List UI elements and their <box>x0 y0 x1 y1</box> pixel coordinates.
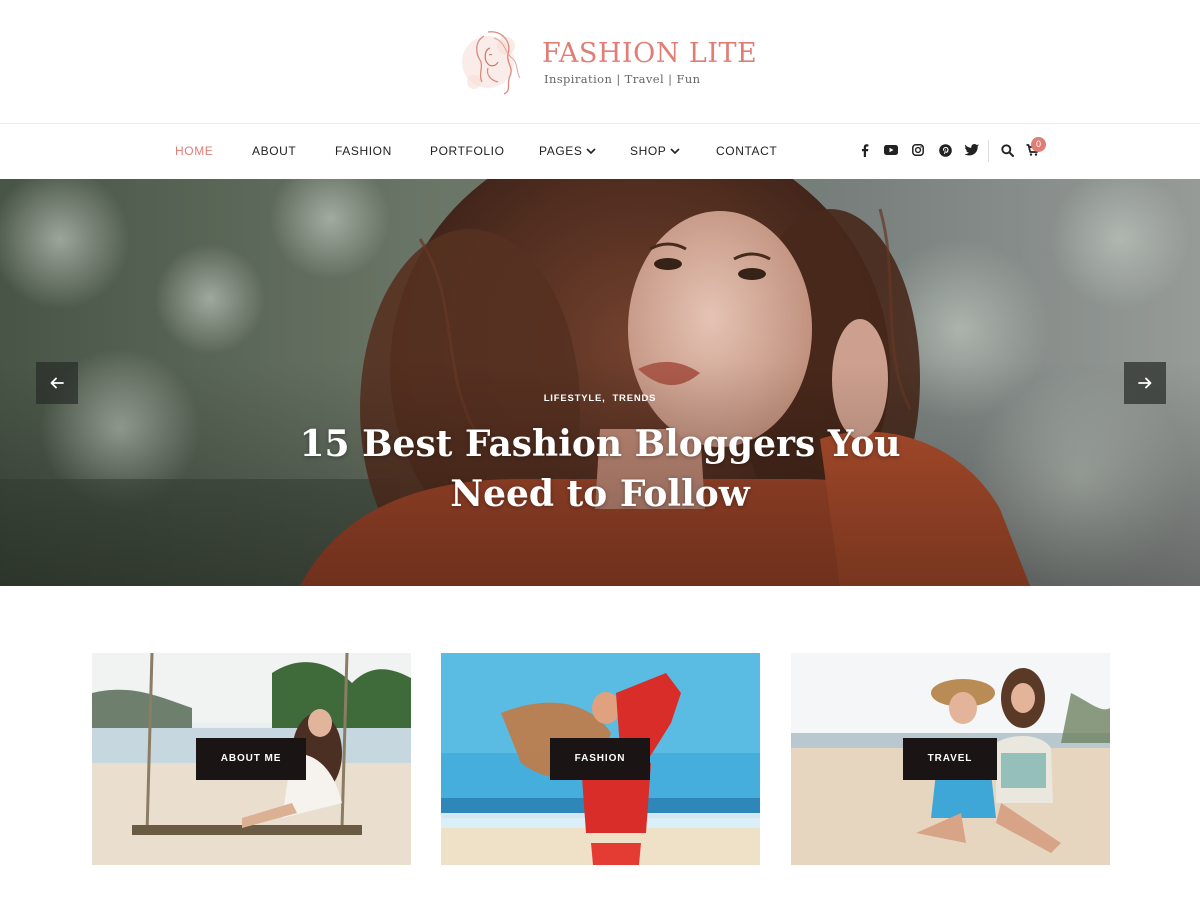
nav-item-label: SHOP <box>630 144 667 158</box>
slider-prev-button[interactable] <box>36 362 78 404</box>
category-separator: , <box>602 393 606 404</box>
logo-woman-icon <box>462 31 521 95</box>
nav-item-contact[interactable]: CONTACT <box>716 144 777 158</box>
site-logo[interactable]: FASHION LITE Inspiration | Travel | Fun <box>458 24 758 100</box>
nav-item-fashion[interactable]: FASHION <box>335 144 392 158</box>
facebook-icon[interactable] <box>857 142 873 158</box>
nav-item-shop[interactable]: SHOP <box>630 144 680 158</box>
nav-item-label: PAGES <box>539 144 583 158</box>
nav-item-label: HOME <box>175 144 214 158</box>
nav-item-label: FASHION <box>335 144 392 158</box>
hero-slider: LIFESTYLE, TRENDS 15 Best Fashion Blogge… <box>0 179 1200 586</box>
nav-item-label: CONTACT <box>716 144 778 158</box>
promo-card-about-me[interactable]: ABOUT ME <box>92 653 411 865</box>
promo-label: TRAVEL <box>903 738 997 780</box>
search-icon[interactable] <box>999 142 1015 158</box>
hero-categories: LIFESTYLE, TRENDS <box>0 393 1200 404</box>
cart-count-badge: 0 <box>1031 137 1046 152</box>
nav-item-label: PORTFOLIO <box>430 144 505 158</box>
hero-overlay <box>0 179 1200 586</box>
chevron-down-icon <box>586 148 597 155</box>
nav-item-label: ABOUT <box>252 144 297 158</box>
nav-item-about[interactable]: ABOUT <box>252 144 296 158</box>
nav-divider <box>988 140 989 162</box>
promo-label: ABOUT ME <box>196 738 306 780</box>
site-header: FASHION LITE Inspiration | Travel | Fun <box>0 0 1200 124</box>
nav-item-pages[interactable]: PAGES <box>539 144 597 158</box>
pinterest-icon[interactable] <box>937 142 953 158</box>
twitter-icon[interactable] <box>964 142 980 158</box>
main-navigation: HOME ABOUT FASHION PORTFOLIO PAGES SHOP … <box>0 125 1200 179</box>
site-tagline: Inspiration | Travel | Fun <box>544 72 701 86</box>
promo-card-travel[interactable]: TRAVEL <box>791 653 1110 865</box>
youtube-icon[interactable] <box>883 142 899 158</box>
arrow-right-icon <box>1138 377 1152 389</box>
category-link-lifestyle[interactable]: LIFESTYLE <box>544 393 602 404</box>
slider-next-button[interactable] <box>1124 362 1166 404</box>
arrow-left-icon <box>50 377 64 389</box>
nav-item-home[interactable]: HOME <box>175 144 213 158</box>
promo-card-fashion[interactable]: FASHION <box>441 653 760 865</box>
instagram-icon[interactable] <box>910 142 926 158</box>
hero-post-title[interactable]: 15 Best Fashion Bloggers You Need to Fol… <box>250 419 950 519</box>
category-link-trends[interactable]: TRENDS <box>612 393 656 404</box>
promo-label: FASHION <box>550 738 650 780</box>
site-title[interactable]: FASHION LITE <box>542 38 757 69</box>
chevron-down-icon <box>670 148 680 155</box>
nav-item-portfolio[interactable]: PORTFOLIO <box>430 144 505 158</box>
